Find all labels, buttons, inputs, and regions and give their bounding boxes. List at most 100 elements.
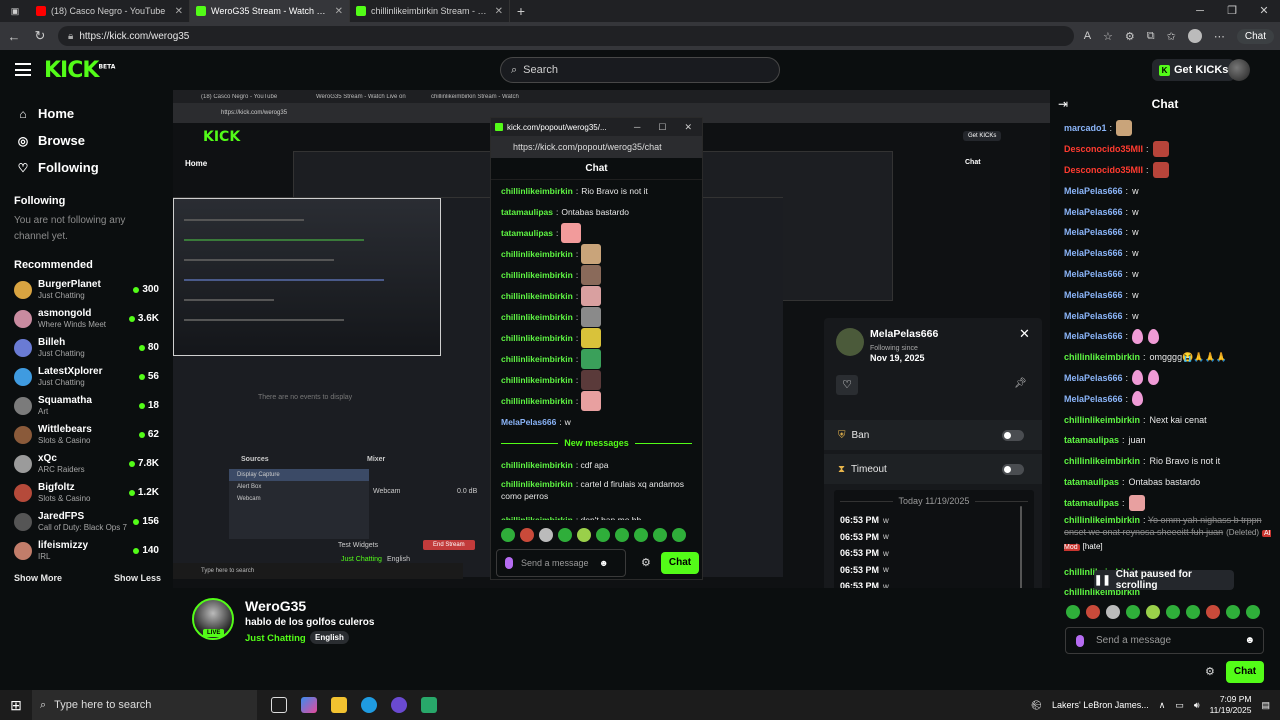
emote-icon[interactable] [653,528,667,542]
chat-username[interactable]: chillinlikeimbirkin [501,460,573,470]
maximize-button[interactable]: ❐ [1216,0,1248,22]
browser-tab[interactable]: (18) Casco Negro - YouTube ✕ [30,0,190,22]
news-icon[interactable]: 🏀︎ [1031,700,1042,711]
emote-icon[interactable] [577,528,591,542]
popout-close-button[interactable]: ✕ [684,122,692,133]
get-kicks-button[interactable]: K Get KICKs [1152,59,1236,81]
stream-language-tag[interactable]: English [310,631,349,644]
collections-icon[interactable]: ✩ [1167,30,1176,43]
close-card-icon[interactable]: ✕ [1019,326,1030,342]
chat-username[interactable]: chillinlikeimbirkin [1064,455,1140,467]
mic-icon[interactable] [505,557,513,569]
chat-username[interactable]: MelaPelas666 [1064,372,1123,384]
popout-message-input[interactable]: Send a message ☻ [496,549,626,577]
recommended-channel[interactable]: JaredFPS Call of Duty: Black Ops 7 156 [14,507,159,536]
sidebar-nav-browse[interactable]: ◎ Browse [16,127,173,154]
emote-icon[interactable] [1246,605,1260,619]
search-input[interactable]: ⌕ Search [500,57,780,83]
profile-icon[interactable] [1187,29,1202,43]
sidebar-nav-home[interactable]: ⌂ Home [16,100,173,127]
show-less-button[interactable]: Show Less [114,573,161,583]
collapse-chat-icon[interactable]: ⇥ [1058,97,1078,111]
chat-username[interactable]: tatamaulipas [1064,476,1119,488]
chat-username[interactable]: tatamaulipas [1064,434,1119,446]
chat-username[interactable]: chillinlikeimbirkin [501,479,573,489]
volume-icon[interactable]: 🔊︎ [1194,700,1200,711]
chat-username[interactable]: chillinlikeimbirkin [501,353,573,365]
chat-paused-banner[interactable]: ❚❚ Chat paused for scrolling [1094,569,1234,591]
emote-icon[interactable] [520,528,534,542]
chat-username[interactable]: tatamaulipas [1064,497,1119,509]
recommended-channel[interactable]: LatestXplorer Just Chatting 56 [14,362,159,391]
chat-username[interactable]: chillinlikeimbirkin [501,515,573,521]
chat-username[interactable]: MelaPelas666 [1064,268,1123,280]
emote-icon[interactable] [1146,605,1160,619]
emoji-icon[interactable]: ☻ [599,558,608,568]
obs-app-icon[interactable] [391,697,407,713]
emote-icon[interactable] [1106,605,1120,619]
ban-toggle[interactable] [1002,429,1024,441]
sidebar-nav-following[interactable]: ♡ Following [16,154,173,181]
chat-username[interactable]: MelaPelas666 [1064,226,1123,238]
emote-icon[interactable] [501,528,515,542]
recommended-channel[interactable]: Squamatha Art 18 [14,391,159,420]
refresh-icon[interactable]: ↻ [32,28,48,44]
chat-send-button[interactable]: Chat [1226,661,1264,683]
chat-username[interactable]: chillinlikeimbirkin [1064,414,1140,426]
extensions-icon[interactable]: ⚙ [1125,30,1135,43]
close-window-button[interactable]: ✕ [1248,0,1280,22]
news-headline[interactable]: Lakers' LeBron James... [1052,700,1149,710]
emote-icon[interactable] [1126,605,1140,619]
chat-username[interactable]: MelaPelas666 [1064,330,1123,342]
recommended-channel[interactable]: lifeismizzy IRL 140 [14,536,159,565]
recommended-channel[interactable]: asmongold Where Winds Meet 3.6K [14,304,159,333]
close-tab-icon[interactable]: ✕ [175,6,183,17]
new-tab-button[interactable]: + [510,3,532,19]
recommended-channel[interactable]: xQc ARC Raiders 7.8K [14,449,159,478]
chat-username[interactable]: chillinlikeimbirkin [501,269,573,281]
system-clock[interactable]: 7:09 PM 11/19/2025 [1210,694,1252,716]
recommended-channel[interactable]: Wittlebears Slots & Casino 62 [14,420,159,449]
stream-category[interactable]: Just Chatting [245,633,306,644]
streamer-name[interactable]: WeroG35 [245,598,306,614]
recommended-channel[interactable]: Billeh Just Chatting 80 [14,333,159,362]
timeout-toggle[interactable] [1002,463,1024,475]
copilot-app-icon[interactable] [301,697,317,713]
favorite-star-icon[interactable]: ☆ [1103,30,1113,43]
recommended-channel[interactable]: BurgerPlanet Just Chatting 300 [14,275,159,304]
copilot-chat-button[interactable]: Chat [1236,28,1274,44]
more-options-icon[interactable]: ⋯ [1214,30,1225,43]
recommended-channel[interactable]: Bigfoltz Slots & Casino 1.2K [14,478,159,507]
chat-username[interactable]: chillinlikeimbirkin [501,332,573,344]
chat-username[interactable]: MelaPelas666 [1064,247,1123,259]
close-tab-icon[interactable]: ✕ [495,6,503,17]
chat-username[interactable]: Desconocido35MII [1064,164,1143,176]
task-view-icon[interactable] [271,697,287,713]
emote-icon[interactable] [1226,605,1240,619]
chat-username[interactable]: chillinlikeimbirkin [1064,351,1140,363]
user-card-name[interactable]: MelaPelas666 [870,328,938,340]
chat-message-input[interactable]: Send a message ☻ [1065,627,1264,654]
user-avatar[interactable] [1228,59,1250,81]
kick-logo[interactable]: KICKBETA [44,58,115,83]
chat-username[interactable]: chillinlikeimbirkin [501,290,573,302]
notifications-icon[interactable]: ▤ [1261,700,1270,711]
chat-username[interactable]: MelaPelas666 [1064,393,1123,405]
chat-username[interactable]: tatamaulipas [501,206,553,218]
popout-minimize-button[interactable]: ─ [634,122,640,133]
chat-username[interactable]: MelaPelas666 [501,416,556,428]
follow-heart-icon[interactable]: ♡ [836,375,858,395]
chat-username[interactable]: chillinlikeimbirkin [501,248,573,260]
edge-icon[interactable] [361,697,377,713]
emote-icon[interactable] [615,528,629,542]
back-icon[interactable]: ← [6,29,22,44]
emote-icon[interactable] [1086,605,1100,619]
chat-username[interactable]: MelaPelas666 [1064,206,1123,218]
windows-start-icon[interactable]: ⊞ [0,697,32,714]
emote-icon[interactable] [596,528,610,542]
close-tab-icon[interactable]: ✕ [335,6,343,17]
browser-tab[interactable]: WeroG35 Stream - Watch Live on ✕ [190,0,350,22]
chat-username[interactable]: MelaPelas666 [1064,310,1123,322]
chat-username[interactable]: MelaPelas666 [1064,289,1123,301]
emote-icon[interactable] [1166,605,1180,619]
